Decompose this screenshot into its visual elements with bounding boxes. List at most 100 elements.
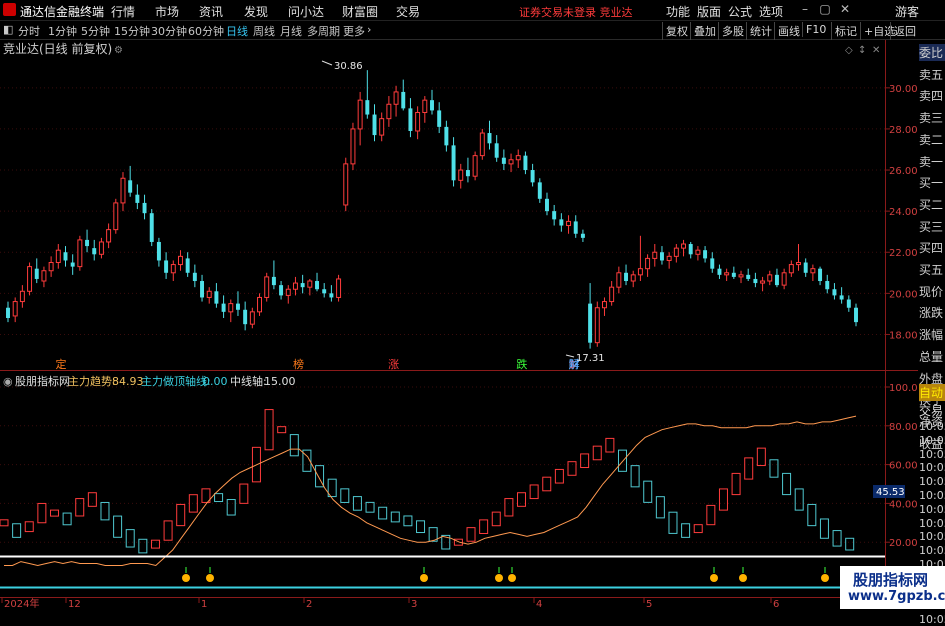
candle[interactable] <box>523 151 528 175</box>
candle[interactable] <box>27 262 33 296</box>
candle[interactable] <box>271 260 276 290</box>
candle[interactable] <box>422 96 428 123</box>
candle[interactable] <box>214 283 219 308</box>
candle[interactable] <box>285 285 291 304</box>
candle[interactable] <box>300 274 305 294</box>
candle[interactable] <box>170 260 176 282</box>
candle[interactable] <box>767 270 773 286</box>
candle[interactable] <box>365 70 370 119</box>
candle[interactable] <box>63 246 68 267</box>
candle[interactable] <box>552 204 557 226</box>
candle[interactable] <box>630 270 636 288</box>
candle[interactable] <box>545 192 549 216</box>
candle[interactable] <box>55 244 61 269</box>
candle[interactable] <box>19 285 25 308</box>
candle[interactable] <box>185 252 190 277</box>
candle[interactable] <box>559 213 564 232</box>
candle[interactable] <box>292 276 298 296</box>
candle[interactable] <box>206 287 212 304</box>
candle[interactable] <box>710 252 715 273</box>
candle[interactable] <box>235 291 240 316</box>
candle[interactable] <box>243 301 248 331</box>
candle[interactable] <box>494 135 499 162</box>
candle[interactable] <box>566 215 572 234</box>
candle[interactable] <box>336 274 342 302</box>
event-markers[interactable]: 定榜涨跌财$解 <box>56 357 580 371</box>
candle[interactable] <box>673 244 679 263</box>
candle[interactable] <box>34 258 39 284</box>
candle[interactable] <box>70 254 75 275</box>
candle[interactable] <box>85 229 90 253</box>
candle[interactable] <box>408 98 413 138</box>
event-marker[interactable]: 涨 <box>388 358 399 371</box>
candle[interactable] <box>430 89 434 115</box>
candle[interactable] <box>825 274 830 294</box>
candle[interactable] <box>48 256 54 277</box>
candle[interactable] <box>573 215 578 238</box>
diamond-icon[interactable]: ◇ <box>845 45 853 56</box>
candle[interactable] <box>177 250 183 271</box>
indicator-collapse-icon[interactable]: ◉ <box>3 375 13 388</box>
auto-toggle[interactable]: 自动 <box>919 384 945 401</box>
candle[interactable] <box>594 301 600 347</box>
candle[interactable] <box>738 270 744 284</box>
candle[interactable] <box>343 157 349 212</box>
candle[interactable] <box>401 79 406 111</box>
candle[interactable] <box>781 268 787 290</box>
candle[interactable] <box>580 229 585 242</box>
candle[interactable] <box>415 106 421 140</box>
candle[interactable] <box>731 266 736 279</box>
candle[interactable] <box>156 237 161 267</box>
candle[interactable] <box>760 276 766 292</box>
candle[interactable] <box>652 244 658 267</box>
candle[interactable] <box>264 272 270 302</box>
candle[interactable] <box>774 268 779 288</box>
chart-canvas[interactable]: 30.0028.0026.0024.0022.0020.0018.00 100.… <box>0 0 918 609</box>
indicator-name[interactable]: 股朋指标网 <box>15 374 70 388</box>
candle[interactable] <box>12 297 18 323</box>
candle[interactable] <box>98 237 104 259</box>
candle[interactable] <box>350 122 356 171</box>
candle[interactable] <box>92 239 97 261</box>
candle[interactable] <box>717 264 722 279</box>
candle[interactable] <box>616 266 622 294</box>
event-marker[interactable]: 定 <box>56 357 67 371</box>
candle[interactable] <box>221 295 226 319</box>
candle[interactable] <box>106 223 112 249</box>
candle[interactable] <box>501 149 506 171</box>
expand-icon[interactable]: ↕ <box>858 45 866 56</box>
candle[interactable] <box>164 252 169 279</box>
candle[interactable] <box>41 266 47 288</box>
candle[interactable] <box>703 246 708 263</box>
candle[interactable] <box>624 264 629 286</box>
candle[interactable] <box>128 165 133 197</box>
candle[interactable] <box>444 120 449 152</box>
event-marker[interactable]: 跌 <box>516 357 527 371</box>
settings-icon[interactable]: ⚙ <box>114 45 123 56</box>
candle[interactable] <box>846 295 851 312</box>
candle[interactable] <box>472 151 478 181</box>
candle[interactable] <box>601 297 607 316</box>
candle[interactable] <box>393 85 399 117</box>
candle[interactable] <box>315 272 319 292</box>
candle[interactable] <box>322 283 327 298</box>
trade-button[interactable]: 交易 <box>919 402 945 419</box>
candle[interactable] <box>200 274 205 302</box>
candle[interactable] <box>228 299 234 323</box>
candle[interactable] <box>659 246 664 265</box>
candle[interactable] <box>135 184 140 210</box>
candle[interactable] <box>465 157 470 183</box>
candle[interactable] <box>329 285 334 302</box>
candle[interactable] <box>788 260 794 277</box>
candle[interactable] <box>810 264 816 282</box>
candle[interactable] <box>609 281 615 306</box>
candle[interactable] <box>724 268 730 282</box>
candle[interactable] <box>515 149 521 168</box>
candle[interactable] <box>508 153 514 173</box>
candle[interactable] <box>77 235 83 271</box>
candle[interactable] <box>818 266 823 286</box>
candle[interactable] <box>386 96 392 127</box>
candle[interactable] <box>487 120 492 150</box>
candle[interactable] <box>854 303 858 327</box>
candle[interactable] <box>249 307 255 329</box>
